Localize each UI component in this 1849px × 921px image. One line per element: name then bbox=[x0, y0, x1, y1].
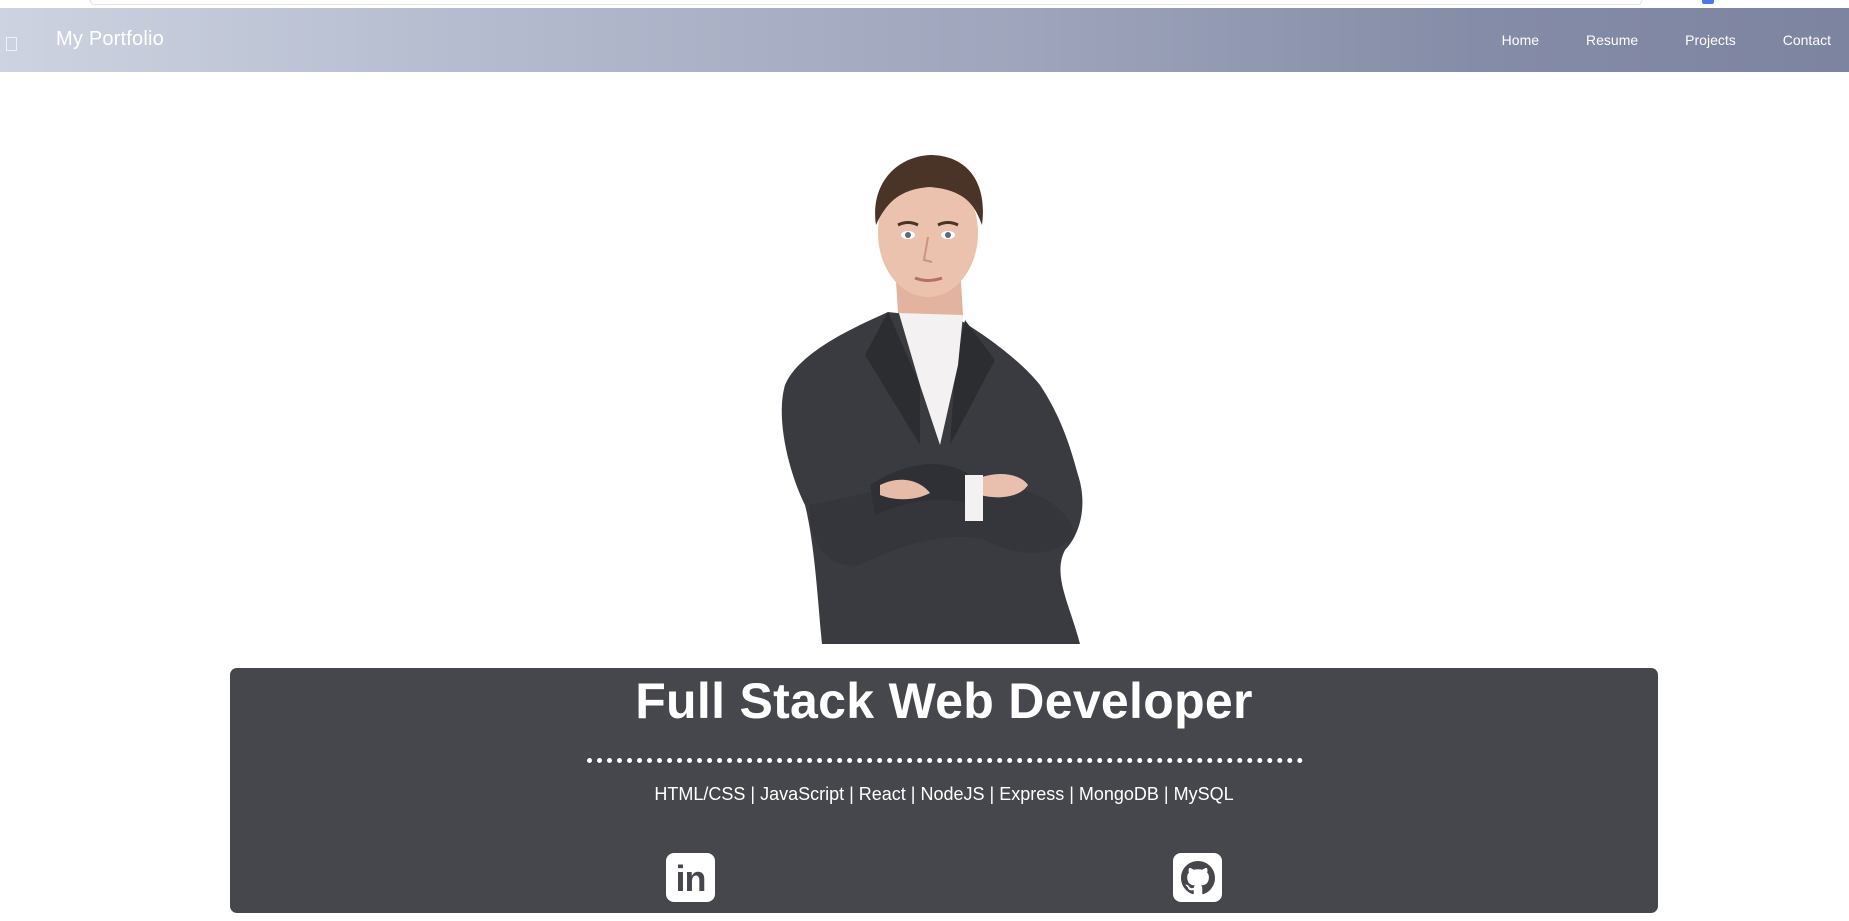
portrait-image bbox=[781, 155, 1083, 644]
nav-link-resume[interactable]: Resume bbox=[1556, 32, 1655, 48]
github-icon[interactable] bbox=[1173, 853, 1222, 902]
skills-list: HTML/CSS | JavaScript | React | NodeJS |… bbox=[654, 784, 1234, 804]
nav-links: Home Resume Projects Contact bbox=[1502, 8, 1849, 72]
navbar: My Portfolio Home Resume Projects Contac… bbox=[0, 8, 1849, 72]
hero-title: Full Stack Web Developer bbox=[635, 673, 1253, 729]
browser-indicator bbox=[1702, 0, 1714, 4]
dotted-divider bbox=[587, 758, 1303, 763]
browser-top-strip bbox=[0, 0, 1849, 8]
brand-title[interactable]: My Portfolio bbox=[56, 28, 164, 51]
nav-link-home[interactable]: Home bbox=[1502, 32, 1556, 48]
linkedin-icon[interactable]: in bbox=[666, 853, 715, 902]
nav-link-projects[interactable]: Projects bbox=[1655, 32, 1753, 48]
browser-url-bar-edge bbox=[90, 0, 1642, 5]
hero-panel: Full Stack Web Developer HTML/CSS | Java… bbox=[230, 668, 1658, 913]
menu-icon[interactable] bbox=[6, 37, 17, 51]
nav-link-contact[interactable]: Contact bbox=[1753, 32, 1849, 48]
